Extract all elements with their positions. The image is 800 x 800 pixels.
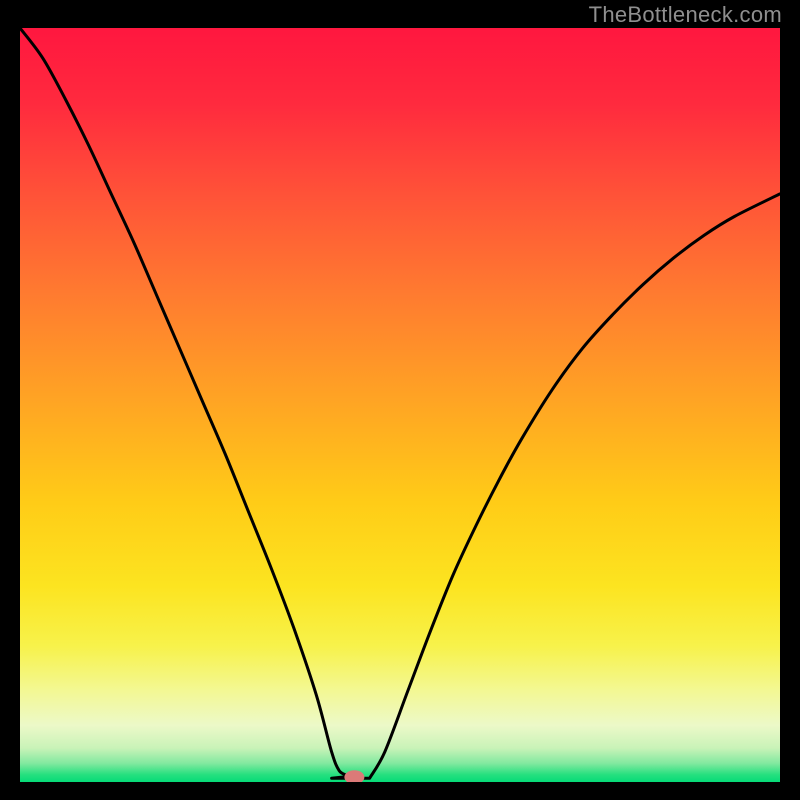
gradient-background <box>20 28 780 782</box>
watermark-text: TheBottleneck.com <box>589 2 782 28</box>
chart-frame: TheBottleneck.com <box>0 0 800 800</box>
bottleneck-chart <box>20 28 780 782</box>
